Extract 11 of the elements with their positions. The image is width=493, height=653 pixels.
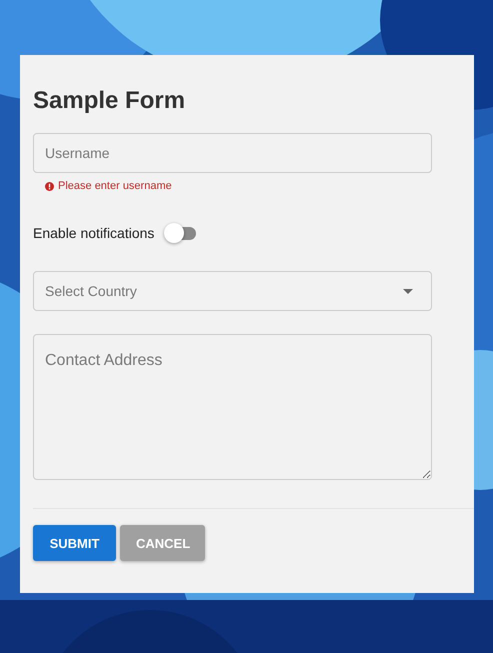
error-icon bbox=[45, 182, 54, 190]
notifications-label: Enable notifications bbox=[33, 225, 154, 241]
country-select[interactable]: Select Country bbox=[33, 271, 432, 311]
username-field[interactable]: Username bbox=[33, 133, 432, 173]
caret-icon bbox=[403, 288, 413, 294]
form-title: Sample Form bbox=[33, 86, 186, 116]
notifications-toggle[interactable] bbox=[164, 222, 198, 244]
address-field[interactable]: Contact Address bbox=[33, 334, 432, 480]
cancel-button[interactable]: CANCEL bbox=[120, 525, 205, 561]
submit-button[interactable]: SUBMIT bbox=[33, 525, 116, 561]
error-message: Please enter username bbox=[58, 180, 172, 192]
